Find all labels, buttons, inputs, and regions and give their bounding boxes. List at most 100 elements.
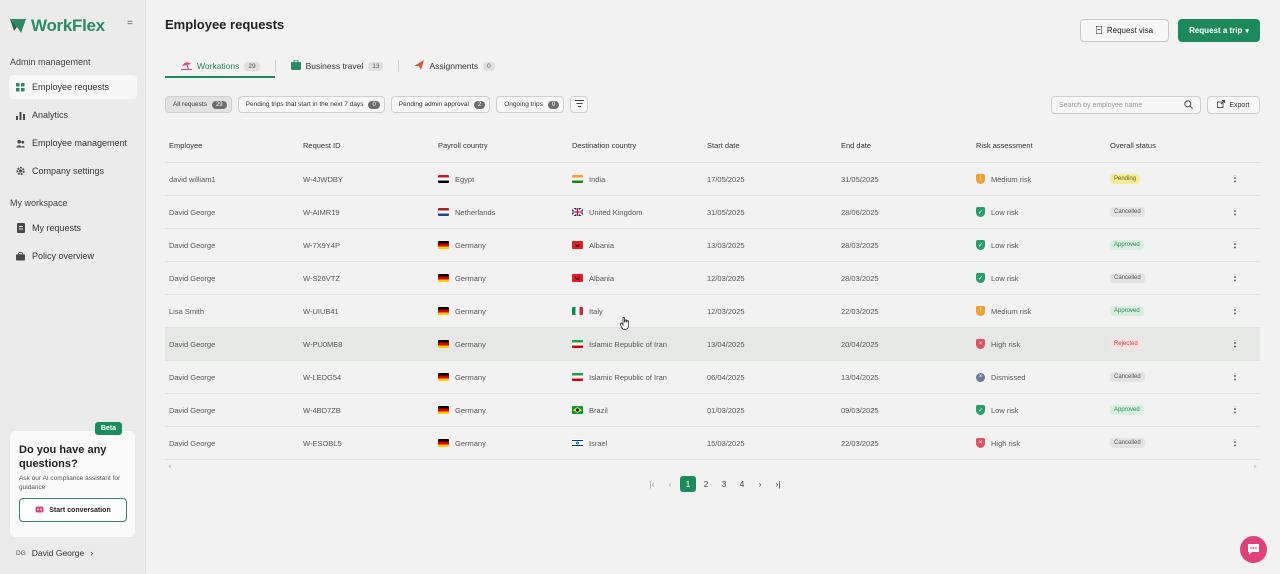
column-header[interactable]: End date bbox=[837, 141, 972, 150]
filter-pending-admin-approval[interactable]: Pending admin approval 2 bbox=[390, 96, 491, 113]
payroll-country: Germany bbox=[455, 438, 486, 448]
more-options-icon[interactable]: ⋮ bbox=[1230, 307, 1240, 315]
chip-label: All requests bbox=[173, 101, 207, 108]
tab-count: 0 bbox=[483, 61, 495, 71]
first-page-button[interactable]: |‹ bbox=[644, 476, 660, 492]
destination-country: Brazil bbox=[589, 405, 608, 415]
request-visa-button[interactable]: Request visa bbox=[1080, 19, 1169, 42]
sidebar-item-employee-management[interactable]: Employee management bbox=[9, 131, 137, 155]
more-options-icon[interactable]: ⋮ bbox=[1230, 340, 1240, 348]
table-row[interactable]: David George W-ESOBL5 Germany Israel 15/03/2… bbox=[165, 427, 1260, 460]
in-flag-icon bbox=[572, 175, 583, 183]
next-page-button[interactable]: › bbox=[752, 476, 768, 492]
payroll-country: Germany bbox=[455, 240, 486, 250]
more-options-icon[interactable]: ⋮ bbox=[1230, 373, 1240, 381]
sidebar-item-label: Company settings bbox=[32, 166, 105, 176]
user-menu[interactable]: DG David George › bbox=[16, 548, 93, 558]
table-row[interactable]: david william1 W-4JWDBY Egypt India 17/05/20… bbox=[165, 163, 1260, 196]
tab-workations[interactable]: Workations 29 bbox=[165, 54, 275, 78]
request-trip-button[interactable]: Request a trip ▾ bbox=[1178, 19, 1260, 42]
column-header[interactable]: Overall status bbox=[1106, 141, 1230, 150]
column-header[interactable]: Request ID bbox=[299, 141, 434, 150]
filter-all-requests[interactable]: All requests 29 bbox=[165, 96, 232, 113]
search-input[interactable] bbox=[1059, 101, 1184, 109]
table-row[interactable]: Lisa Smith W-UIUB41 Germany Italy 12/03/2025… bbox=[165, 295, 1260, 328]
users-icon bbox=[16, 139, 25, 148]
sidebar-item-my-requests[interactable]: My requests bbox=[9, 216, 137, 240]
column-header[interactable]: Payroll country bbox=[434, 141, 568, 150]
table-row[interactable]: David George W-AIMR19 Netherlands United Ki… bbox=[165, 196, 1260, 229]
payroll-country-cell: Netherlands bbox=[434, 208, 568, 217]
horizontal-scrollbar[interactable] bbox=[165, 462, 1260, 469]
sidebar-item-analytics[interactable]: Analytics bbox=[9, 103, 137, 127]
prev-page-button[interactable]: ‹ bbox=[662, 476, 678, 492]
de-flag-icon bbox=[438, 439, 449, 447]
destination-country-cell: Israel bbox=[568, 439, 703, 448]
filter-ongoing-trips[interactable]: Ongoing trips 0 bbox=[496, 96, 565, 113]
destination-country-cell: Italy bbox=[568, 307, 703, 316]
start-date-cell: 31/05/2025 bbox=[707, 207, 745, 217]
sidebar-item-company-settings[interactable]: Company settings bbox=[9, 159, 137, 183]
more-options-icon[interactable]: ⋮ bbox=[1230, 274, 1240, 282]
al-flag-icon bbox=[572, 241, 583, 249]
export-button[interactable]: Export bbox=[1207, 96, 1260, 114]
overall-status-cell: Cancelled bbox=[1106, 273, 1230, 283]
payroll-country: Germany bbox=[455, 273, 486, 283]
table-header: Employee Request ID Payroll country Dest… bbox=[165, 128, 1260, 163]
table-row[interactable]: David George W-LEDG54 Germany Islamic Repub… bbox=[165, 361, 1260, 394]
payroll-country: Germany bbox=[455, 306, 486, 316]
workflex-logo[interactable]: WorkFlex bbox=[9, 16, 105, 36]
de-flag-icon bbox=[438, 274, 449, 282]
more-options-icon[interactable]: ⋮ bbox=[1230, 439, 1240, 447]
status-badge: Cancelled bbox=[1110, 372, 1145, 382]
chat-button[interactable] bbox=[1240, 536, 1267, 563]
gear-icon bbox=[16, 166, 25, 176]
sidebar-item-employee-requests[interactable]: Employee requests bbox=[9, 75, 137, 99]
page-4-button[interactable]: 4 bbox=[734, 476, 750, 492]
table-row[interactable]: David George W-4BD7ZB Germany Brazil 01/03/2… bbox=[165, 394, 1260, 427]
column-header[interactable]: Risk assessment bbox=[972, 141, 1106, 150]
table-row[interactable]: David George W-PU0ME8 Germany Islamic Repub… bbox=[165, 328, 1260, 361]
employee-cell: David George bbox=[169, 339, 216, 349]
end-date-cell: 22/03/2025 bbox=[841, 438, 879, 448]
sidebar-item-policy-overview[interactable]: Policy overview bbox=[9, 244, 137, 268]
request-trip-label: Request a trip bbox=[1189, 26, 1243, 35]
page-2-button[interactable]: 2 bbox=[698, 476, 714, 492]
request-id-cell: W-4JWDBY bbox=[303, 174, 343, 184]
start-conversation-button[interactable]: Start conversation bbox=[19, 498, 127, 522]
table-row[interactable]: David George W-S26VTZ Germany Albania 12/03/… bbox=[165, 262, 1260, 295]
start-date-cell: 01/03/2025 bbox=[707, 405, 745, 415]
more-options-icon[interactable]: ⋮ bbox=[1230, 241, 1240, 249]
column-header[interactable]: Destination country bbox=[568, 141, 703, 150]
employee-cell: David George bbox=[169, 207, 216, 217]
payroll-country-cell: Germany bbox=[434, 373, 568, 382]
chip-count: 29 bbox=[211, 100, 227, 109]
column-header[interactable]: Start date bbox=[703, 141, 837, 150]
tab-business-travel[interactable]: Business travel 13 bbox=[276, 54, 399, 78]
more-options-icon[interactable]: ⋮ bbox=[1230, 208, 1240, 216]
filter-button[interactable] bbox=[570, 96, 589, 113]
page-1-button[interactable]: 1 bbox=[680, 476, 696, 492]
destination-country-cell: Brazil bbox=[568, 406, 703, 415]
gb-flag-icon bbox=[572, 208, 583, 216]
column-header[interactable]: Employee bbox=[165, 141, 299, 150]
more-options-icon[interactable]: ⋮ bbox=[1230, 175, 1240, 183]
it-flag-icon bbox=[572, 307, 583, 315]
more-options-icon[interactable]: ⋮ bbox=[1230, 406, 1240, 414]
filter-pending-next-7-days[interactable]: Pending trips that start in the next 7 d… bbox=[237, 96, 385, 113]
suitcase-icon bbox=[290, 59, 301, 72]
tab-assignments[interactable]: Assignments 0 bbox=[399, 54, 509, 78]
payroll-country-cell: Germany bbox=[434, 307, 568, 316]
page-3-button[interactable]: 3 bbox=[716, 476, 732, 492]
request-id-cell: W-LEDG54 bbox=[303, 372, 342, 382]
search-icon bbox=[1184, 99, 1193, 111]
collapse-menu-icon[interactable]: = bbox=[127, 19, 135, 29]
request-id-cell: W-7X9Y4P bbox=[303, 240, 340, 250]
pagination: |‹ ‹ 1 2 3 4 › ›| bbox=[644, 476, 786, 492]
table-row[interactable]: David George W-7X9Y4P Germany Albania 13/03/… bbox=[165, 229, 1260, 262]
employee-cell: David George bbox=[169, 273, 216, 283]
last-page-button[interactable]: ›| bbox=[770, 476, 786, 492]
end-date-cell: 22/03/2025 bbox=[841, 306, 879, 316]
sidebar: WorkFlex = Admin management Employee req… bbox=[0, 0, 146, 574]
risk-assessment-cell: ! Medium risk bbox=[972, 174, 1106, 184]
